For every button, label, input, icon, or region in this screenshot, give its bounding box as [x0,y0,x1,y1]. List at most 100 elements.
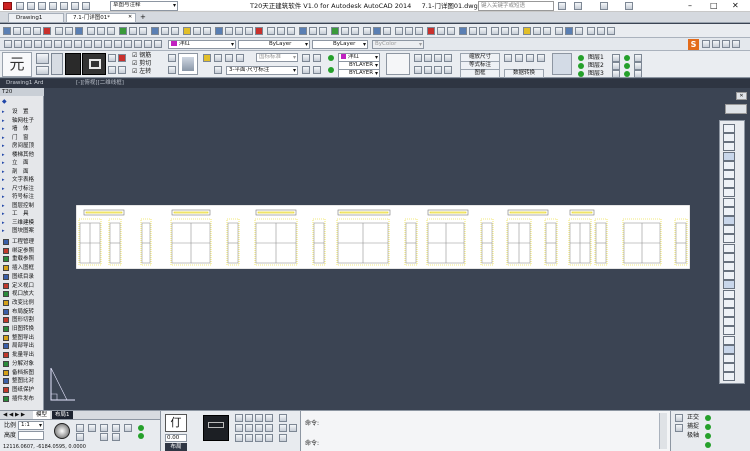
tool-icon[interactable] [107,27,115,35]
tool-icon[interactable] [523,27,531,35]
tool-icon[interactable] [279,414,287,422]
draw-tool-icon[interactable] [723,252,735,262]
draw-tool-icon[interactable] [723,289,735,299]
tool-icon[interactable] [279,424,287,432]
tool-icon[interactable] [215,27,223,35]
tool-icon[interactable] [331,27,339,35]
draw-tool-icon[interactable] [723,133,735,143]
draw-tool-icon[interactable] [723,160,735,170]
draw-tool-icon[interactable] [723,142,735,152]
app-big-logo[interactable]: 元 [2,52,32,77]
tab-model[interactable]: 模型 [33,411,51,419]
tool-icon[interactable] [100,433,108,441]
draw-tool-icon[interactable] [723,372,735,382]
t20-command-item[interactable]: 局部导出 [0,342,44,350]
tool-icon[interactable] [587,27,595,35]
tool-icon[interactable] [36,53,49,64]
t20-menu-item[interactable]: ▸ 房间屋顶 [0,142,44,150]
t20-menu-item[interactable]: ▸ 文字表格 [0,176,44,184]
tool-icon[interactable] [245,434,253,442]
tool-icon[interactable] [193,27,201,35]
tool-icon[interactable] [479,27,487,35]
t20-command-item[interactable]: 分解对象 [0,360,44,368]
tool-icon[interactable] [255,27,263,35]
layer-manager-button[interactable] [82,53,106,75]
t20-command-item[interactable]: 重载参照 [0,255,44,263]
bulb-icon[interactable] [203,54,211,62]
layer-panel-icon[interactable] [552,53,572,75]
tool-icon[interactable] [732,40,740,48]
check-cut[interactable]: ☑ 剪切 [132,61,151,67]
tool-icon[interactable] [214,66,222,74]
tool-icon[interactable] [415,27,423,35]
draw-tool-icon[interactable] [723,216,735,225]
tool-icon[interactable] [612,54,620,62]
tool-icon[interactable] [55,27,63,35]
tool-icon[interactable] [88,424,96,432]
tool-icon[interactable] [702,40,710,48]
tool-icon[interactable] [108,66,116,74]
tool-icon[interactable] [4,40,12,48]
t20-command-item[interactable]: 备档拆图 [0,369,44,377]
tool-icon[interactable] [100,424,108,432]
tool-icon[interactable] [634,54,642,62]
layout-button[interactable]: 布局 [165,443,187,451]
tool-icon[interactable] [154,40,162,48]
tool-icon[interactable] [104,40,112,48]
tool-icon[interactable] [501,27,509,35]
tool-icon[interactable] [265,424,273,432]
draw-tool-icon[interactable] [723,344,735,354]
tool-icon[interactable] [124,40,132,48]
tool-icon[interactable] [427,27,435,35]
tool-icon[interactable] [236,54,244,62]
tool-icon[interactable] [459,27,467,35]
tool-icon[interactable] [76,424,84,432]
tool-icon[interactable] [722,40,730,48]
tool-icon[interactable] [225,54,233,62]
tool-icon[interactable] [363,27,371,35]
check-rebar[interactable]: ☑ 钢筋 [132,53,151,59]
color-dropdown[interactable]: 洋红 [168,40,236,49]
help-icon[interactable] [625,2,633,10]
tool-icon[interactable] [267,27,275,35]
panel-expand[interactable] [386,53,410,75]
t20-command-item[interactable]: 插入图框 [0,264,44,272]
annotate-icon[interactable] [54,423,70,439]
tool-icon[interactable] [112,424,120,432]
draw-tool-icon[interactable] [723,170,735,179]
tool-icon[interactable] [118,66,126,74]
t20-menu-item[interactable]: ▸ 图块图案 [0,227,44,235]
signin-icon[interactable] [574,2,582,10]
tool-icon[interactable] [351,27,359,35]
tool-icon[interactable] [76,433,84,441]
tool-icon[interactable] [203,27,211,35]
tool-icon[interactable] [302,54,310,62]
tool-icon[interactable] [24,40,32,48]
draw-tool-icon[interactable] [723,326,735,336]
t20-command-item[interactable]: 插件发布 [0,395,44,403]
tool-icon[interactable] [75,27,83,35]
tool-icon[interactable] [114,40,122,48]
tool-icon[interactable] [279,434,287,442]
tab-layout1[interactable]: 布局1 [52,411,73,419]
new-tab-button[interactable]: + [140,13,146,21]
draw-tool-icon[interactable] [723,363,735,373]
tool-icon[interactable] [565,27,573,35]
tool-icon[interactable] [383,27,391,35]
tool-icon[interactable] [634,70,642,78]
tool-icon[interactable] [74,40,82,48]
tool-icon[interactable] [235,434,243,442]
t20-command-item[interactable]: 改变比例 [0,299,44,307]
tab-drawing1[interactable]: Drawing1 [8,13,64,23]
tool-icon[interactable] [575,27,583,35]
tool-icon[interactable] [108,54,116,62]
tool-icon[interactable] [444,54,452,62]
t20-command-item[interactable]: 布局旋转 [0,308,44,316]
draw-tool-icon[interactable] [723,354,735,363]
draw-tool-icon[interactable] [723,179,735,189]
draw-tool-icon[interactable] [723,188,735,198]
redo-icon[interactable] [82,2,90,10]
autocad-app-icon[interactable] [3,2,12,10]
workspace-dropdown[interactable]: 草图与注释 [110,1,178,11]
tool-icon[interactable] [504,54,512,62]
